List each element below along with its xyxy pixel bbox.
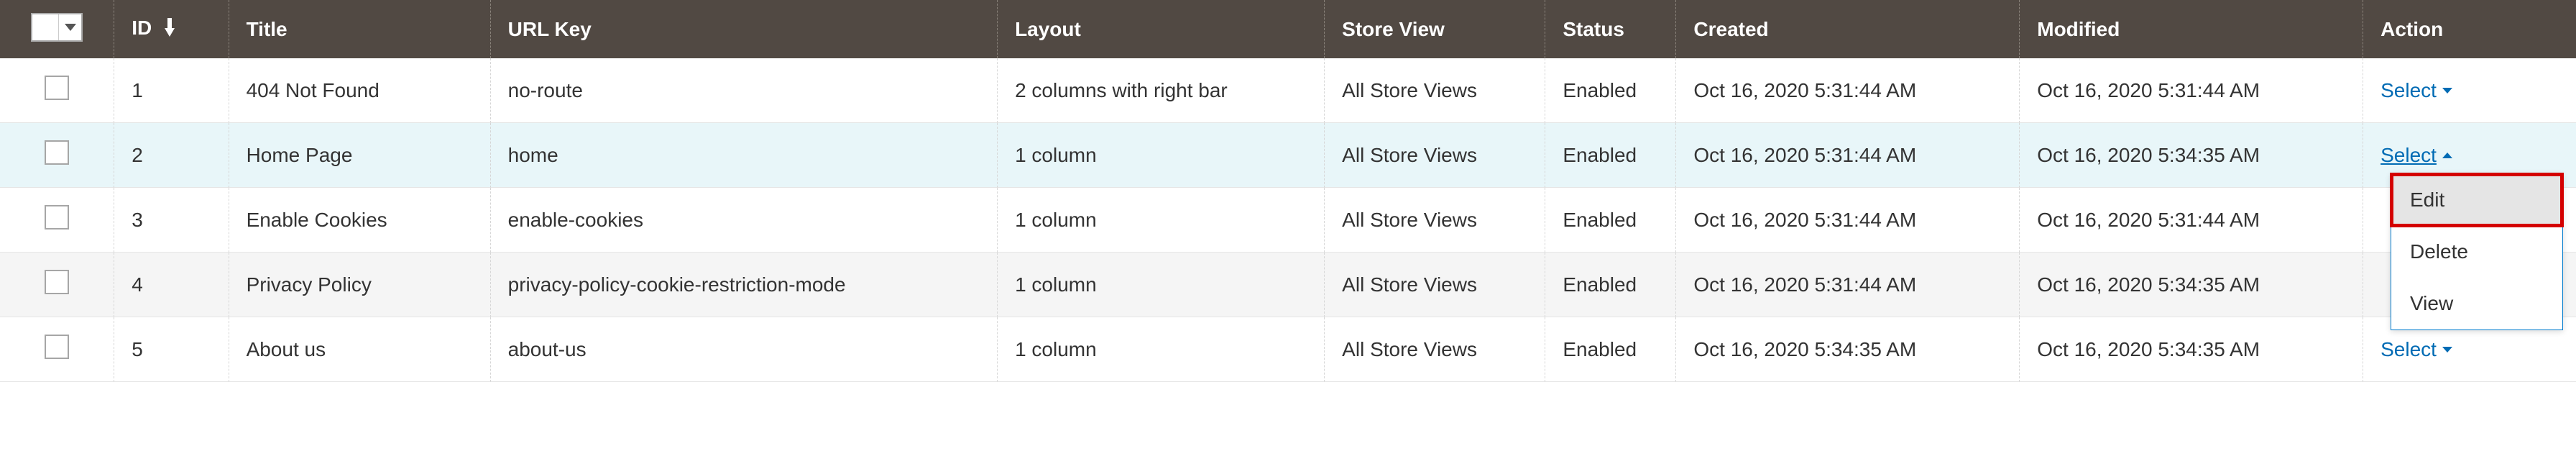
- cell-url-key: no-route: [491, 58, 998, 123]
- action-select[interactable]: Select: [2380, 79, 2452, 102]
- sort-descending-icon: [165, 18, 175, 42]
- caret-down-icon: [65, 24, 76, 31]
- select-all-checkbox[interactable]: [32, 14, 58, 40]
- header-created[interactable]: Created: [1676, 0, 2020, 58]
- cell-created: Oct 16, 2020 5:31:44 AM: [1676, 253, 2020, 317]
- row-checkbox[interactable]: [45, 205, 69, 230]
- header-store-view[interactable]: Store View: [1325, 0, 1545, 58]
- cell-modified: Oct 16, 2020 5:34:35 AM: [2020, 253, 2363, 317]
- action-select[interactable]: Select: [2380, 338, 2452, 361]
- header-id-label: ID: [132, 17, 152, 39]
- cell-title: About us: [229, 317, 491, 382]
- cell-layout: 2 columns with right bar: [998, 58, 1325, 123]
- caret-down-icon: [2442, 88, 2452, 94]
- table-row: 3 Enable Cookies enable-cookies 1 column…: [0, 188, 2576, 253]
- header-title[interactable]: Title: [229, 0, 491, 58]
- cell-status: Enabled: [1545, 188, 1676, 253]
- cell-modified: Oct 16, 2020 5:31:44 AM: [2020, 58, 2363, 123]
- caret-down-icon: [2442, 347, 2452, 353]
- cell-id: 1: [114, 58, 229, 123]
- table-row: 2 Home Page home 1 column All Store View…: [0, 123, 2576, 188]
- cell-layout: 1 column: [998, 188, 1325, 253]
- header-status[interactable]: Status: [1545, 0, 1676, 58]
- cell-action: Select: [2363, 58, 2576, 123]
- row-checkbox[interactable]: [45, 270, 69, 294]
- cell-store: All Store Views: [1325, 253, 1545, 317]
- cell-created: Oct 16, 2020 5:34:35 AM: [1676, 317, 2020, 382]
- cell-layout: 1 column: [998, 253, 1325, 317]
- header-layout[interactable]: Layout: [998, 0, 1325, 58]
- select-all-dropdown[interactable]: [58, 14, 81, 40]
- cms-pages-grid: ID Title URL Key Layout Store View Statu…: [0, 0, 2576, 382]
- cell-title: Privacy Policy: [229, 253, 491, 317]
- cell-url-key: home: [491, 123, 998, 188]
- dropdown-item-delete[interactable]: Delete: [2391, 226, 2562, 278]
- caret-up-icon: [2442, 153, 2452, 158]
- header-select-all: [0, 0, 114, 58]
- cell-status: Enabled: [1545, 123, 1676, 188]
- cell-status: Enabled: [1545, 253, 1676, 317]
- cell-modified: Oct 16, 2020 5:34:35 AM: [2020, 123, 2363, 188]
- cell-store: All Store Views: [1325, 58, 1545, 123]
- cell-layout: 1 column: [998, 317, 1325, 382]
- cell-id: 2: [114, 123, 229, 188]
- header-id[interactable]: ID: [114, 0, 229, 58]
- header-row: ID Title URL Key Layout Store View Statu…: [0, 0, 2576, 58]
- row-checkbox[interactable]: [45, 76, 69, 100]
- cell-title: 404 Not Found: [229, 58, 491, 123]
- table-row: 5 About us about-us 1 column All Store V…: [0, 317, 2576, 382]
- table-row: 1 404 Not Found no-route 2 columns with …: [0, 58, 2576, 123]
- cell-store: All Store Views: [1325, 317, 1545, 382]
- header-url-key[interactable]: URL Key: [491, 0, 998, 58]
- cell-url-key: about-us: [491, 317, 998, 382]
- cell-created: Oct 16, 2020 5:31:44 AM: [1676, 58, 2020, 123]
- action-dropdown: Edit Delete View: [2391, 173, 2563, 330]
- cell-url-key: enable-cookies: [491, 188, 998, 253]
- cell-id: 3: [114, 188, 229, 253]
- cell-id: 4: [114, 253, 229, 317]
- cell-url-key: privacy-policy-cookie-restriction-mode: [491, 253, 998, 317]
- cell-id: 5: [114, 317, 229, 382]
- cell-status: Enabled: [1545, 317, 1676, 382]
- cell-modified: Oct 16, 2020 5:31:44 AM: [2020, 188, 2363, 253]
- header-modified[interactable]: Modified: [2020, 0, 2363, 58]
- row-checkbox[interactable]: [45, 140, 69, 165]
- action-select[interactable]: Select: [2380, 144, 2452, 167]
- cell-modified: Oct 16, 2020 5:34:35 AM: [2020, 317, 2363, 382]
- select-all-control[interactable]: [31, 13, 83, 42]
- cell-store: All Store Views: [1325, 123, 1545, 188]
- cell-store: All Store Views: [1325, 188, 1545, 253]
- cell-created: Oct 16, 2020 5:31:44 AM: [1676, 188, 2020, 253]
- cell-status: Enabled: [1545, 58, 1676, 123]
- cell-action: Edit Delete View: [2363, 188, 2576, 253]
- dropdown-item-view[interactable]: View: [2391, 278, 2562, 330]
- row-checkbox[interactable]: [45, 335, 69, 359]
- table-row: 4 Privacy Policy privacy-policy-cookie-r…: [0, 253, 2576, 317]
- dropdown-item-edit[interactable]: Edit: [2391, 174, 2562, 226]
- cell-title: Home Page: [229, 123, 491, 188]
- cell-layout: 1 column: [998, 123, 1325, 188]
- cell-title: Enable Cookies: [229, 188, 491, 253]
- header-action: Action: [2363, 0, 2576, 58]
- cell-created: Oct 16, 2020 5:31:44 AM: [1676, 123, 2020, 188]
